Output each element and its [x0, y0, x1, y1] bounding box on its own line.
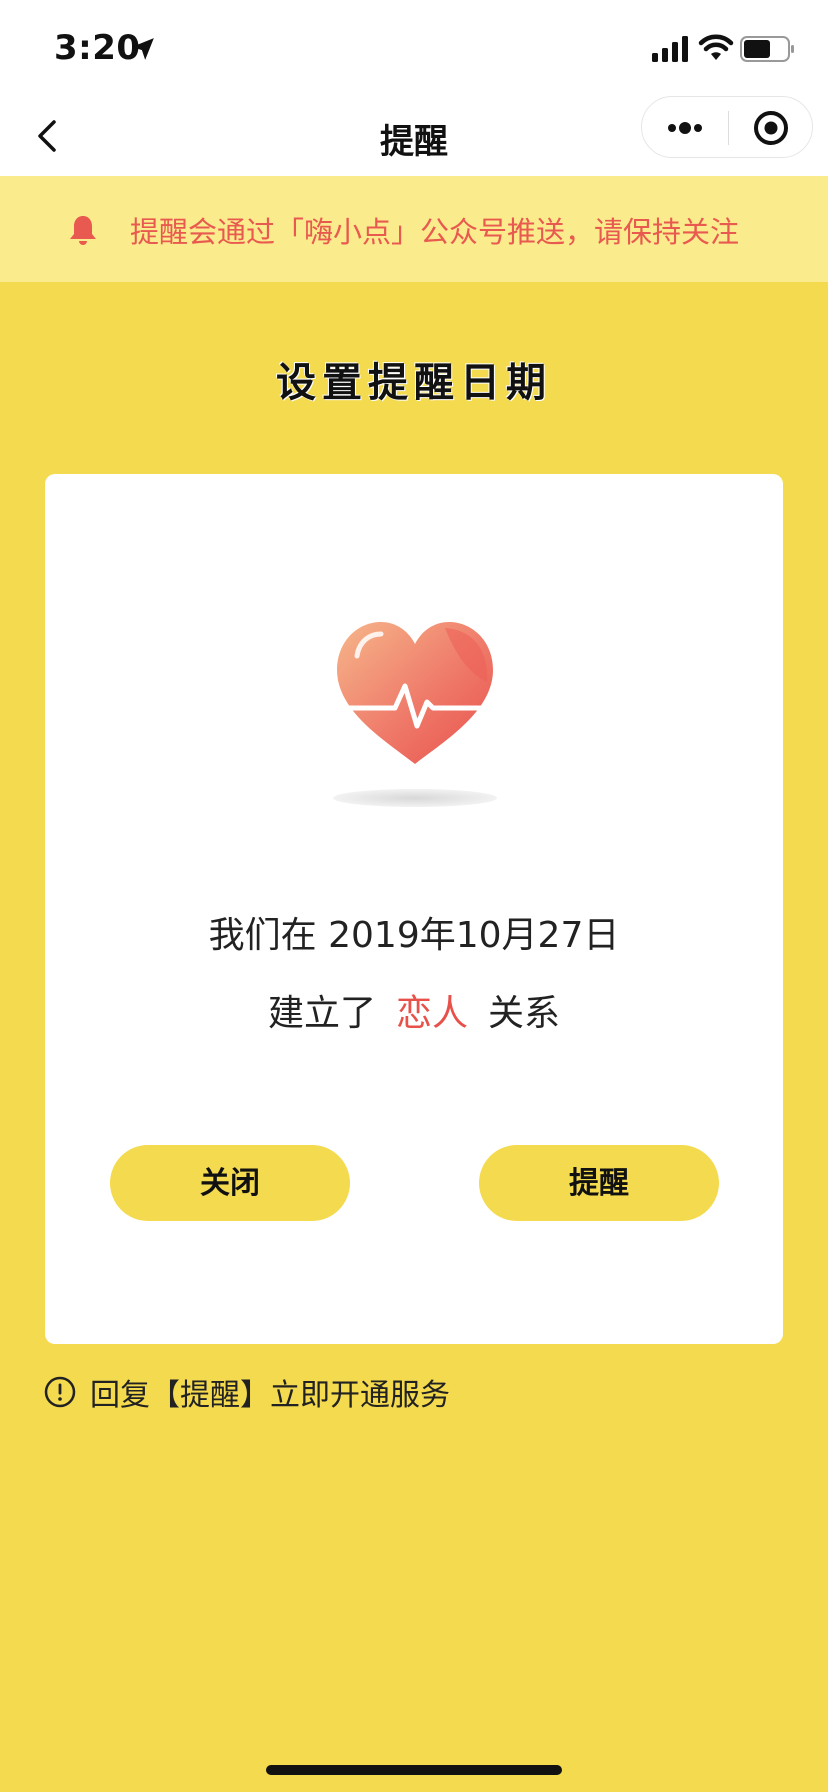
- notice-text: 提醒会通过「嗨小点」公众号推送，请保持关注: [130, 215, 740, 249]
- notice-banner: 提醒会通过「嗨小点」公众号推送，请保持关注: [0, 176, 828, 282]
- close-capsule-icon[interactable]: [729, 97, 813, 159]
- capsule-menu: [641, 96, 813, 158]
- relation-line: 建立了 恋人 关系: [45, 984, 783, 1036]
- bell-icon: [70, 216, 96, 245]
- relation-prefix: 建立了: [267, 993, 376, 1034]
- date-line: 我们在 2019年10月27日: [45, 906, 783, 958]
- relation-date: 2019年10月27日: [328, 915, 620, 956]
- nav-bar: 提醒: [0, 96, 828, 176]
- status-time: 3:20: [54, 28, 141, 68]
- signal-icon: [652, 36, 688, 62]
- status-bar: 3:20: [0, 0, 828, 96]
- remind-button[interactable]: 提醒: [479, 1145, 719, 1221]
- home-indicator: [266, 1765, 562, 1775]
- footer-tip-text: 回复【提醒】立即开通服务: [90, 1378, 450, 1413]
- date-prefix: 我们在: [208, 915, 317, 956]
- location-arrow-icon: [132, 38, 154, 60]
- relation-type: 恋人: [395, 993, 468, 1034]
- more-icon[interactable]: [642, 97, 728, 159]
- wifi-icon: [698, 34, 734, 60]
- relation-suffix: 关系: [488, 993, 561, 1034]
- close-button[interactable]: 关闭: [110, 1145, 350, 1221]
- battery-icon: [740, 36, 794, 62]
- heart-pulse-icon: [333, 622, 497, 807]
- section-title: 设置提醒日期: [276, 360, 552, 406]
- reminder-card: 我们在 2019年10月27日 建立了 恋人 关系 关闭 提醒: [45, 474, 783, 1344]
- info-icon: [44, 1376, 76, 1408]
